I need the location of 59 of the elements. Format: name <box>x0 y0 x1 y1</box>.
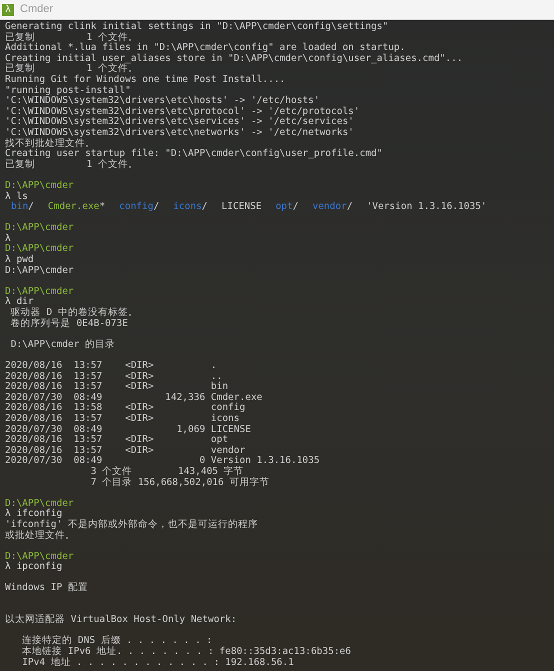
output-line: 'C:\WINDOWS\system32\drivers\etc\hosts' -> '/etc/hosts' <box>5 96 320 106</box>
prompt-path: D:\APP\cmder <box>5 498 74 509</box>
output-line: 2020/07/30 08:49 1,069 LICENSE <box>5 424 251 435</box>
file-list-entry: config/ <box>119 202 160 213</box>
output-line: 已复制 1 个文件。 <box>5 32 138 43</box>
output-line: 7 个目录 156,668,502,016 可用字节 <box>90 478 270 488</box>
prompt-path: D:\APP\cmder <box>5 286 74 297</box>
file-list-entry: bin/ <box>11 202 34 213</box>
prompt-path: D:\APP\cmder <box>5 244 74 254</box>
output-line: 以太网适配器 VirtualBox Host-Only Network: <box>5 615 237 626</box>
output-line: Creating initial user_aliases store in "D:\APP\cmder\config\user_aliases.cmd"... <box>5 54 463 64</box>
output-line: 2020/08/16 13:57 <DIR> bin <box>5 382 228 392</box>
output-line: 找不到批处理文件。 <box>5 138 95 149</box>
output-line: 2020/07/30 08:49 0 Version 1.3.16.1035 <box>5 456 320 466</box>
command-line: λ ls <box>5 192 28 202</box>
output-line: 2020/08/16 13:58 <DIR> config <box>5 403 246 414</box>
app-icon: λ <box>2 4 14 16</box>
output-line: 连接特定的 DNS 后缀 . . . . . . . : <box>21 636 212 646</box>
output-line: 2020/08/16 13:57 <DIR> vendor <box>5 446 246 456</box>
output-line: 3 个文件 143,405 字节 <box>90 466 244 477</box>
output-line: 已复制 1 个文件。 <box>5 64 138 74</box>
file-list-entry: LICENSE <box>222 202 262 213</box>
output-line: 2020/08/16 13:57 <DIR> . <box>5 361 217 372</box>
output-line: D:\APP\cmder <box>5 266 74 276</box>
prompt-path: D:\APP\cmder <box>5 223 74 234</box>
file-list-entry: icons/ <box>173 202 208 213</box>
command-line: λ pwd <box>5 255 34 266</box>
output-line: Generating clink initial settings in "D:\APP\cmder\config\settings" <box>5 22 388 32</box>
prompt-path: D:\APP\cmder <box>5 552 74 562</box>
output-line: 2020/08/16 13:57 <DIR> opt <box>5 435 228 446</box>
output-line: Additional *.lua files in "D:\APP\cmder\config" are loaded on startup. <box>5 43 406 54</box>
output-line: Windows IP 配置 <box>5 583 88 594</box>
window-title: Cmder <box>20 2 54 18</box>
file-list-entry: Cmder.exe* <box>48 202 106 213</box>
output-line: 2020/07/30 08:49 142,336 Cmder.exe <box>5 392 262 403</box>
file-list-entry: 'Version 1.3.16.1035' <box>366 202 487 213</box>
output-line: 'C:\WINDOWS\system32\drivers\etc\services' -> '/etc/services' <box>5 117 354 128</box>
output-line: 'ifconfig' 不是内部或外部命令，也不是可运行的程序 <box>5 520 258 530</box>
command-line: λ <box>5 234 11 244</box>
output-line: 'C:\WINDOWS\system32\drivers\etc\protocol' -> '/etc/protocols' <box>5 106 360 117</box>
output-line: 2020/08/16 13:57 <DIR> .. <box>5 372 222 382</box>
prompt-path: D:\APP\cmder <box>5 180 74 192</box>
file-list-entry: vendor/ <box>312 202 353 213</box>
output-line: D:\APP\cmder 的目录 <box>10 340 116 350</box>
output-line: 已复制 1 个文件。 <box>5 160 138 170</box>
output-line: IPv4 地址 . . . . . . . . . . . . : 192.168.56.1 <box>21 658 294 668</box>
output-line: 驱动器 D 中的卷没有标签。 <box>10 308 138 318</box>
command-line: λ ifconfig <box>5 509 62 520</box>
output-line: Running Git for Windows one time Post Install.... <box>5 74 286 86</box>
output-line: 2020/08/16 13:57 <DIR> icons <box>5 414 240 425</box>
output-line: Creating user startup file: "D:\APP\cmder\config\user_profile.cmd" <box>5 149 382 160</box>
output-line: 卷的序列号是 0E4B-073E <box>10 318 128 330</box>
output-line: 或批处理文件。 <box>5 530 75 542</box>
output-line: 'C:\WINDOWS\system32\drivers\etc\networks' -> '/etc/networks' <box>5 128 354 138</box>
command-line: λ ipconfig <box>5 562 62 573</box>
output-line: "running post-install" <box>5 86 131 96</box>
file-list-entry: opt/ <box>276 202 298 213</box>
output-line: 本地链接 IPv6 地址. . . . . . . . : fe80::35d3:ac13:6b35:e6 <box>21 647 351 658</box>
command-line: λ dir <box>5 297 34 308</box>
